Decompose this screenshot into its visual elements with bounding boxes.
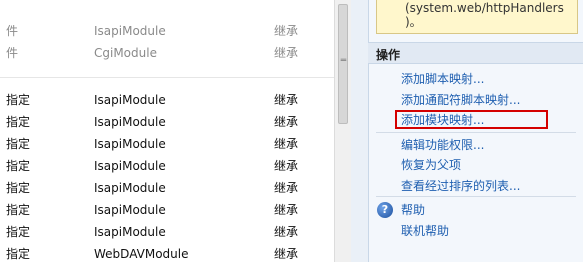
path-cell: 指定 bbox=[6, 203, 31, 217]
table-row[interactable]: 件 IsapiModule 继承 bbox=[0, 20, 334, 42]
entry-type-cell: 继承 bbox=[274, 137, 299, 151]
handler-cell: IsapiModule bbox=[94, 225, 166, 239]
add-wildcard-script-map-link[interactable]: 添加通配符脚本映射... bbox=[401, 92, 520, 108]
entry-type-cell: 继承 bbox=[274, 225, 299, 239]
table-row[interactable]: 指定 IsapiModule 继承 bbox=[0, 199, 334, 221]
handler-cell: IsapiModule bbox=[94, 24, 166, 38]
table-row[interactable]: 指定 IsapiModule 继承 bbox=[0, 89, 334, 111]
scrollbar-thumb[interactable]: ═ bbox=[338, 4, 348, 124]
handler-cell: IsapiModule bbox=[94, 137, 166, 151]
actions-header: 操作 bbox=[368, 42, 583, 64]
grip-icon: ═ bbox=[340, 56, 346, 66]
entry-type-cell: 继承 bbox=[274, 203, 299, 217]
help-link[interactable]: 帮助 bbox=[401, 202, 425, 218]
table-row[interactable]: 件 CgiModule 继承 bbox=[0, 42, 334, 64]
info-text-line1: (system.web/httpHandlers bbox=[405, 1, 564, 15]
path-cell: 件 bbox=[6, 24, 19, 38]
entry-type-cell: 继承 bbox=[274, 159, 299, 173]
entry-type-cell: 继承 bbox=[274, 93, 299, 107]
handler-cell: IsapiModule bbox=[94, 181, 166, 195]
handler-cell: CgiModule bbox=[94, 46, 157, 60]
path-cell: 指定 bbox=[6, 115, 31, 129]
actions-divider bbox=[376, 196, 576, 197]
info-text-line2: )。 bbox=[405, 15, 422, 29]
table-row[interactable]: 指定 IsapiModule 继承 bbox=[0, 133, 334, 155]
handler-cell: IsapiModule bbox=[94, 203, 166, 217]
add-script-map-link[interactable]: 添加脚本映射... bbox=[401, 71, 484, 87]
path-cell: 指定 bbox=[6, 159, 31, 173]
path-cell: 指定 bbox=[6, 137, 31, 151]
path-cell: 件 bbox=[6, 46, 19, 60]
entry-type-cell: 继承 bbox=[274, 46, 299, 60]
actions-divider bbox=[376, 132, 576, 133]
table-row[interactable]: 指定 IsapiModule 继承 bbox=[0, 111, 334, 133]
panel-gap bbox=[351, 0, 368, 262]
entry-type-cell: 继承 bbox=[274, 181, 299, 195]
actions-header-label: 操作 bbox=[376, 48, 401, 62]
table-row[interactable]: 指定 IsapiModule 继承 bbox=[0, 155, 334, 177]
path-cell: 指定 bbox=[6, 93, 31, 107]
online-help-link[interactable]: 联机帮助 bbox=[401, 223, 449, 239]
revert-to-parent-link[interactable]: 恢复为父项 bbox=[401, 157, 461, 173]
help-icon[interactable]: ? bbox=[377, 202, 393, 218]
view-ordered-list-link[interactable]: 查看经过排序的列表... bbox=[401, 178, 520, 194]
path-cell: 指定 bbox=[6, 225, 31, 239]
edit-feature-permissions-link[interactable]: 编辑功能权限... bbox=[401, 137, 484, 153]
table-row[interactable]: 指定 IsapiModule 继承 bbox=[0, 221, 334, 243]
handler-mappings-list: 件 IsapiModule 继承 件 CgiModule 继承 指定 Isapi… bbox=[0, 0, 334, 262]
row-divider bbox=[0, 77, 334, 78]
handler-cell: IsapiModule bbox=[94, 115, 166, 129]
handler-cell: IsapiModule bbox=[94, 93, 166, 107]
highlight-box bbox=[395, 110, 548, 129]
handler-cell: IsapiModule bbox=[94, 159, 166, 173]
info-box: (system.web/httpHandlers )。 bbox=[376, 0, 578, 34]
table-row[interactable]: 指定 IsapiModule 继承 bbox=[0, 177, 334, 199]
vertical-scrollbar[interactable]: ═ bbox=[334, 0, 351, 262]
entry-type-cell: 继承 bbox=[274, 24, 299, 38]
entry-type-cell: 继承 bbox=[274, 115, 299, 129]
path-cell: 指定 bbox=[6, 181, 31, 195]
